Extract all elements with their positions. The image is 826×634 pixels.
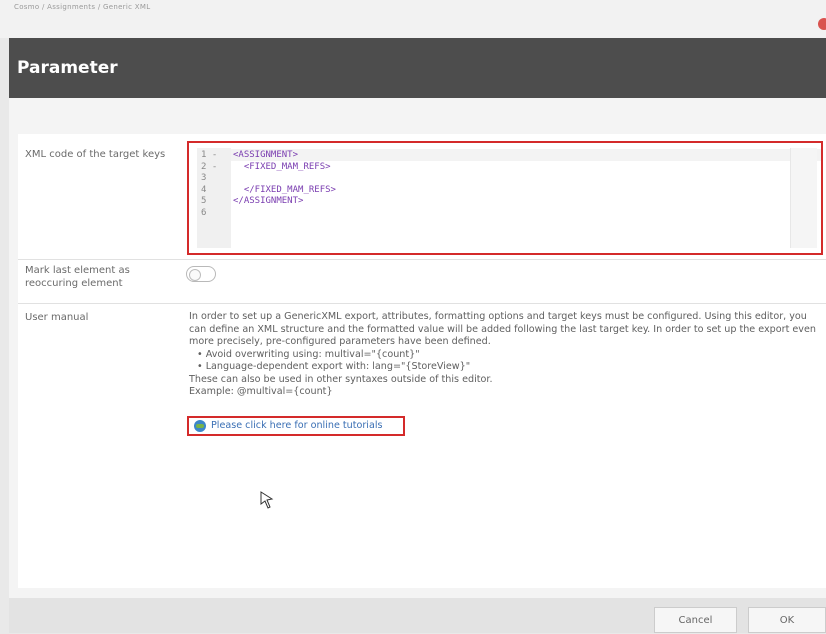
manual-note: These can also be used in other syntaxes… xyxy=(189,373,493,385)
app-topbar: Cosmo / Assignments / Generic XML xyxy=(0,0,826,38)
user-manual-text: In order to set up a GenericXML export, … xyxy=(189,311,817,399)
recurring-element-label: Mark last element as reoccuring element xyxy=(25,265,130,289)
xml-code-label: XML code of the target keys xyxy=(25,149,166,160)
editor-code[interactable]: <ASSIGNMENT> <FIXED_MAM_REFS> </FIXED_MA… xyxy=(233,150,336,208)
manual-bullet: • Language-dependent export with: lang="… xyxy=(197,361,471,372)
manual-paragraph: In order to set up a GenericXML export, … xyxy=(189,311,816,347)
online-tutorials-link-text[interactable]: Please click here for online tutorials xyxy=(211,420,383,431)
toggle-knob xyxy=(189,269,201,281)
globe-icon xyxy=(194,420,206,432)
notification-dot-icon[interactable] xyxy=(818,18,826,30)
dialog-title: Parameter xyxy=(17,58,118,78)
online-tutorials-link[interactable]: Please click here for online tutorials xyxy=(187,416,405,436)
row-divider xyxy=(18,303,826,304)
row-divider xyxy=(18,259,826,260)
dialog-header: Parameter xyxy=(9,38,826,98)
recurring-element-toggle[interactable] xyxy=(186,266,216,282)
xml-code-editor[interactable]: 1 - 2 - 3 4 5 6 <ASSIGNMENT> <FIXED_MAM_… xyxy=(187,141,823,255)
ok-button[interactable]: OK xyxy=(748,607,826,633)
mouse-cursor-icon xyxy=(260,491,274,509)
editor-line-numbers: 1 - 2 - 3 4 5 6 xyxy=(201,150,218,218)
editor-scrollbar[interactable] xyxy=(790,148,817,248)
manual-example: Example: @multival={count} xyxy=(189,386,333,397)
breadcrumb: Cosmo / Assignments / Generic XML xyxy=(14,3,151,11)
user-manual-label: User manual xyxy=(25,312,89,323)
manual-bullet: • Avoid overwriting using: multival="{co… xyxy=(197,348,420,360)
cancel-button[interactable]: Cancel xyxy=(654,607,737,633)
